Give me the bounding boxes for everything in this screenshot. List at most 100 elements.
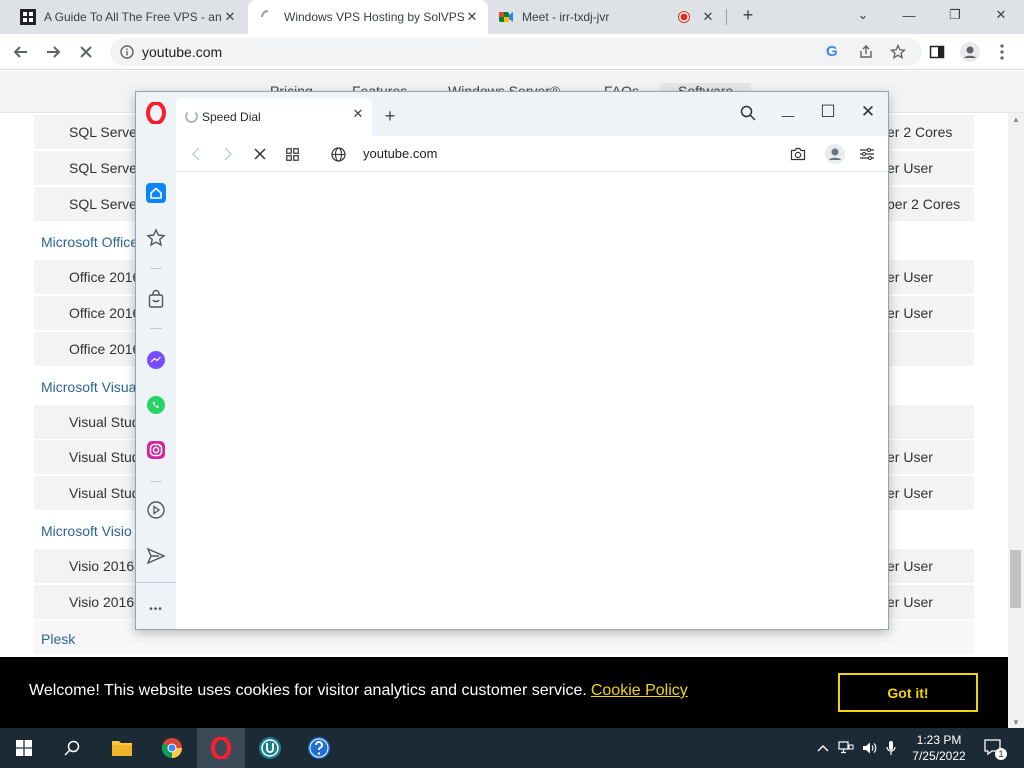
address-bar[interactable]: youtube.com G: [110, 38, 922, 66]
cookie-message: Welcome! This website uses cookies for v…: [29, 682, 688, 700]
sidebar-player[interactable]: [144, 498, 168, 522]
opera-url-text[interactable]: youtube.com: [363, 146, 437, 161]
opera-close-button[interactable]: ✕: [857, 101, 879, 123]
help-icon: [308, 737, 330, 759]
speaker-icon: [863, 742, 877, 754]
tab-close-icon[interactable]: ✕: [700, 9, 716, 25]
page-scrollbar[interactable]: ▲ ▼: [1008, 113, 1024, 728]
sidebar-shopping[interactable]: [144, 287, 168, 311]
row-price: er User: [887, 160, 933, 176]
chevron-right-icon: [224, 147, 233, 161]
opera-site-info-button[interactable]: [327, 143, 349, 165]
cookie-text: Welcome! This website uses cookies for v…: [29, 682, 587, 699]
start-button[interactable]: [0, 728, 48, 768]
sidebar-send[interactable]: [144, 544, 168, 568]
notification-count-badge: 1: [995, 748, 1007, 760]
taskbar-help[interactable]: [295, 728, 343, 768]
scroll-up-icon[interactable]: ▲: [1008, 113, 1024, 125]
bookmark-star-icon[interactable]: [890, 44, 906, 60]
tab-close-icon[interactable]: ✕: [350, 106, 366, 122]
minimize-button[interactable]: —: [886, 0, 932, 30]
tab-close-icon[interactable]: ✕: [464, 9, 480, 25]
site-info-icon[interactable]: [120, 45, 134, 59]
opera-tab-grid-button[interactable]: [281, 143, 303, 165]
restore-button[interactable]: ❐: [932, 0, 978, 30]
opera-profile-button[interactable]: [824, 143, 846, 165]
row-price: per 2 Cores: [887, 196, 961, 212]
clock-time: 1:23 PM: [916, 733, 962, 747]
opera-window: ••• Speed Dial ✕ + — ☐ ✕ youtube.com: [135, 91, 889, 630]
search-icon: [64, 740, 80, 756]
google-icon[interactable]: G: [826, 43, 838, 60]
tab-close-icon[interactable]: ✕: [222, 9, 238, 25]
taskbar-clock[interactable]: 1:23 PM 7/25/2022: [896, 732, 982, 764]
back-arrow-icon: [13, 46, 27, 58]
back-button[interactable]: [9, 40, 33, 64]
chrome-tab-strip: A Guide To All The Free VPS - an ✕ Windo…: [0, 0, 1024, 34]
opera-tab-speed-dial[interactable]: Speed Dial ✕: [176, 98, 372, 136]
opera-maximize-button[interactable]: ☐: [817, 101, 839, 123]
new-tab-button[interactable]: +: [380, 106, 400, 126]
taskbar-file-explorer[interactable]: [98, 728, 146, 768]
cookie-accept-button[interactable]: Got it!: [838, 673, 978, 712]
search-icon: [740, 105, 756, 121]
opera-stop-button[interactable]: [249, 143, 271, 165]
stop-loading-button[interactable]: [74, 40, 98, 64]
sidebar-home[interactable]: [144, 181, 168, 205]
row-price: er 2 Cores: [887, 124, 953, 140]
close-button[interactable]: ✕: [978, 0, 1024, 30]
search-tabs-button[interactable]: [737, 102, 759, 124]
taskbar-opera[interactable]: [197, 728, 245, 768]
opera-forward-button[interactable]: [217, 143, 239, 165]
profile-avatar-icon[interactable]: [960, 42, 980, 62]
chrome-tab-2[interactable]: Windows VPS Hosting by SolVPS ✕: [248, 0, 488, 34]
loading-spinner-icon: [185, 110, 198, 123]
new-tab-button[interactable]: +: [735, 0, 761, 30]
menu-kebab-icon[interactable]: [1000, 44, 1004, 60]
opera-minimize-button[interactable]: —: [777, 104, 799, 126]
scroll-thumb[interactable]: [1010, 550, 1021, 608]
snapshot-button[interactable]: [787, 143, 809, 165]
chrome-tab-1[interactable]: A Guide To All The Free VPS - an ✕: [0, 0, 246, 34]
opera-logo-icon[interactable]: [145, 102, 167, 124]
sidebar-bookmarks[interactable]: [144, 226, 168, 250]
tray-overflow-button[interactable]: [814, 728, 832, 768]
sidebar-messenger[interactable]: [144, 348, 168, 372]
chrome-tab-3[interactable]: Meet - irr-txdj-jvr ✕: [488, 0, 724, 34]
chrome-icon: [161, 738, 182, 759]
cookie-policy-link[interactable]: Cookie Policy: [591, 682, 688, 699]
tray-volume[interactable]: [860, 728, 880, 768]
sidebar-whatsapp[interactable]: [144, 393, 168, 417]
tab-title: A Guide To All The Free VPS - an: [44, 10, 222, 24]
tab-title: Speed Dial: [202, 110, 261, 124]
folder-icon: [112, 741, 132, 756]
category-heading[interactable]: Microsoft Visua: [41, 379, 136, 395]
category-heading[interactable]: Microsoft Visio: [41, 523, 132, 539]
side-panel-icon[interactable]: [929, 44, 945, 60]
share-icon[interactable]: [858, 44, 874, 60]
sidebar-instagram[interactable]: [144, 438, 168, 462]
instagram-icon: [147, 441, 165, 459]
sidebar-more-icon[interactable]: •••: [144, 597, 168, 621]
category-heading[interactable]: Microsoft Office: [41, 234, 138, 250]
row-label: Visio 2016: [69, 558, 135, 574]
row-price: er User: [887, 558, 933, 574]
opera-page-content[interactable]: [176, 172, 888, 629]
opera-back-button[interactable]: [185, 143, 207, 165]
opera-sidebar: •••: [136, 92, 176, 629]
action-center-button[interactable]: 1: [982, 728, 1007, 768]
row-price: er User: [887, 485, 933, 501]
taskbar-search-button[interactable]: [48, 728, 96, 768]
easy-setup-button[interactable]: [856, 143, 878, 165]
tab-search-button[interactable]: ⌄: [840, 0, 886, 30]
tray-network[interactable]: [836, 728, 856, 768]
taskbar-chrome[interactable]: [148, 728, 196, 768]
forward-button[interactable]: [41, 40, 65, 64]
taskbar-app-u[interactable]: [246, 728, 294, 768]
sidebar-divider: [150, 268, 162, 269]
category-heading[interactable]: Plesk: [41, 631, 75, 647]
cookie-banner: Welcome! This website uses cookies for v…: [0, 657, 1008, 728]
scroll-down-icon[interactable]: ▼: [1008, 716, 1024, 728]
row-label: SQL Serve: [69, 196, 137, 212]
windows-logo-icon: [16, 740, 32, 756]
